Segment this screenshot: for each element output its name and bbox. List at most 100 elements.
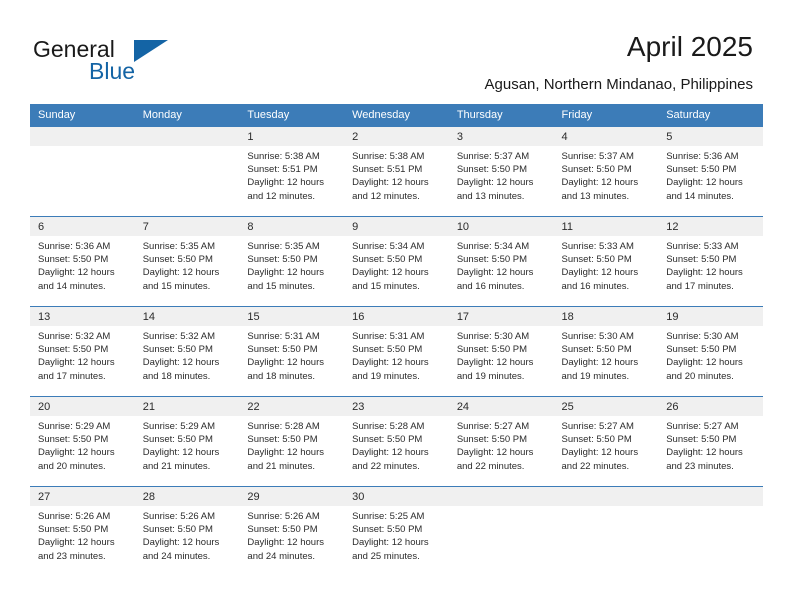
day-number: 3 — [448, 127, 554, 146]
calendar-day-cell[interactable]: 1 Sunrise: 5:38 AM Sunset: 5:51 PM Daylight… — [239, 126, 345, 217]
sunrise-time: Sunrise: 5:32 AM — [142, 331, 216, 342]
daylight-duration-line1: Daylight: 12 hours — [352, 357, 429, 369]
sunrise-time: Sunrise: 5:29 AM — [142, 421, 216, 432]
calendar-week-row: 20 Sunrise: 5:29 AM Sunset: 5:50 PM Dayligh… — [30, 396, 763, 487]
day-number: 1 — [239, 127, 345, 146]
calendar-day-cell[interactable]: 12 Sunrise: 5:33 AM Sunset: 5:50 PM Dayligh… — [658, 216, 763, 307]
sunrise-time: Sunrise: 5:28 AM — [352, 421, 425, 432]
daylight-duration-line2: and 18 minutes. — [142, 370, 211, 382]
calendar-body: 1 Sunrise: 5:38 AM Sunset: 5:51 PM Daylight… — [30, 126, 763, 576]
calendar-day-cell[interactable]: 2 Sunrise: 5:38 AM Sunset: 5:51 PM Daylight… — [344, 126, 449, 217]
sunrise-time: Sunrise: 5:34 AM — [456, 241, 530, 252]
sunset-time: Sunset: 5:50 PM — [352, 434, 423, 446]
day-number: 18 — [553, 307, 659, 326]
sunset-time: Sunset: 5:50 PM — [456, 434, 528, 446]
calendar-day-cell[interactable]: 25 Sunrise: 5:27 AM Sunset: 5:50 PM Dayligh… — [553, 396, 659, 487]
calendar-day-cell[interactable]: 27 Sunrise: 5:26 AM Sunset: 5:50 PM Dayligh… — [30, 486, 135, 576]
calendar-day-cell[interactable]: 22 Sunrise: 5:28 AM Sunset: 5:50 PM Dayligh… — [239, 396, 345, 487]
daylight-duration-line2: and 17 minutes. — [38, 370, 106, 382]
sunset-time: Sunset: 5:50 PM — [142, 524, 213, 536]
sunrise-time: Sunrise: 5:37 AM — [456, 151, 530, 162]
calendar-day-cell[interactable]: 28 Sunrise: 5:26 AM Sunset: 5:50 PM Dayligh… — [134, 486, 240, 576]
day-number: 14 — [134, 307, 240, 326]
calendar-day-cell[interactable]: 15 Sunrise: 5:31 AM Sunset: 5:50 PM Dayligh… — [239, 306, 345, 397]
weekday-header-friday: Friday — [553, 104, 659, 127]
sunrise-time: Sunrise: 5:30 AM — [456, 331, 530, 342]
calendar-week-row: 27 Sunrise: 5:26 AM Sunset: 5:50 PM Dayligh… — [30, 486, 763, 576]
sunset-time: Sunset: 5:50 PM — [352, 254, 423, 266]
calendar-day-cell[interactable]: 5 Sunrise: 5:36 AM Sunset: 5:50 PM Daylight… — [658, 126, 763, 217]
day-number: 17 — [448, 307, 554, 326]
weekday-header-thursday: Thursday — [448, 104, 554, 127]
sunrise-time: Sunrise: 5:35 AM — [142, 241, 216, 252]
calendar-day-cell[interactable]: 21 Sunrise: 5:29 AM Sunset: 5:50 PM Dayligh… — [134, 396, 240, 487]
weekday-header-monday: Monday — [134, 104, 240, 127]
calendar-day-cell[interactable]: 20 Sunrise: 5:29 AM Sunset: 5:50 PM Dayligh… — [30, 396, 135, 487]
calendar-day-cell[interactable]: 10 Sunrise: 5:34 AM Sunset: 5:50 PM Dayligh… — [448, 216, 554, 307]
day-sun-info: Sunrise: 5:33 AM Sunset: 5:50 PM Daylight:… — [554, 236, 659, 293]
calendar-day-cell[interactable]: 17 Sunrise: 5:30 AM Sunset: 5:50 PM Dayligh… — [448, 306, 554, 397]
daylight-duration-line2: and 24 minutes. — [247, 550, 316, 562]
day-number — [448, 487, 554, 506]
daylight-duration-line1: Daylight: 12 hours — [247, 267, 324, 279]
calendar-day-cell[interactable]: 19 Sunrise: 5:30 AM Sunset: 5:50 PM Dayligh… — [658, 306, 763, 397]
page-subtitle: Agusan, Northern Mindanao, Philippines — [484, 76, 754, 93]
daylight-duration-line2: and 18 minutes. — [247, 370, 316, 382]
calendar-grid: Sunday Monday Tuesday Wednesday Thursday… — [30, 104, 763, 576]
calendar-day-cell[interactable]: 23 Sunrise: 5:28 AM Sunset: 5:50 PM Dayligh… — [344, 396, 449, 487]
sunrise-time: Sunrise: 5:28 AM — [247, 421, 320, 432]
daylight-duration-line1: Daylight: 12 hours — [666, 177, 743, 189]
calendar-day-cell[interactable]: 29 Sunrise: 5:26 AM Sunset: 5:50 PM Dayligh… — [239, 486, 345, 576]
daylight-duration-line1: Daylight: 12 hours — [456, 267, 534, 279]
calendar-day-cell[interactable]: 16 Sunrise: 5:31 AM Sunset: 5:50 PM Dayligh… — [344, 306, 449, 397]
calendar-day-cell[interactable]: 30 Sunrise: 5:25 AM Sunset: 5:50 PM Dayligh… — [344, 486, 449, 576]
sunset-time: Sunset: 5:50 PM — [352, 344, 423, 356]
daylight-duration-line1: Daylight: 12 hours — [561, 267, 639, 279]
sunset-time: Sunset: 5:50 PM — [456, 254, 528, 266]
day-number — [553, 487, 659, 506]
daylight-duration-line2: and 21 minutes. — [142, 460, 211, 472]
day-number: 2 — [344, 127, 449, 146]
day-sun-info: Sunrise: 5:37 AM Sunset: 5:50 PM Daylight:… — [554, 146, 659, 203]
day-number — [30, 127, 135, 146]
calendar-day-cell[interactable]: 18 Sunrise: 5:30 AM Sunset: 5:50 PM Dayligh… — [553, 306, 659, 397]
day-sun-info: Sunrise: 5:38 AM Sunset: 5:51 PM Daylight:… — [344, 146, 449, 203]
daylight-duration-line2: and 12 minutes. — [247, 190, 316, 202]
calendar-day-cell[interactable]: 14 Sunrise: 5:32 AM Sunset: 5:50 PM Dayligh… — [134, 306, 240, 397]
daylight-duration-line1: Daylight: 12 hours — [142, 357, 220, 369]
day-sun-info: Sunrise: 5:32 AM Sunset: 5:50 PM Daylight:… — [135, 326, 240, 383]
page-title: April 2025 — [626, 31, 753, 62]
day-sun-info: Sunrise: 5:27 AM Sunset: 5:50 PM Daylight:… — [449, 416, 554, 473]
day-number: 21 — [134, 397, 240, 416]
calendar-cell-empty — [134, 126, 240, 217]
daylight-duration-line1: Daylight: 12 hours — [38, 447, 115, 459]
daylight-duration-line1: Daylight: 12 hours — [38, 267, 115, 279]
sunset-time: Sunset: 5:50 PM — [666, 164, 737, 176]
daylight-duration-line2: and 16 minutes. — [561, 280, 630, 292]
calendar-day-cell[interactable]: 3 Sunrise: 5:37 AM Sunset: 5:50 PM Daylight… — [448, 126, 554, 217]
daylight-duration-line1: Daylight: 12 hours — [142, 537, 220, 549]
daylight-duration-line1: Daylight: 12 hours — [247, 447, 324, 459]
calendar-cell-empty — [448, 486, 554, 576]
page-header: General Blue April 2025 Agusan, Northern… — [0, 0, 792, 100]
calendar-day-cell[interactable]: 7 Sunrise: 5:35 AM Sunset: 5:50 PM Daylight… — [134, 216, 240, 307]
sunrise-time: Sunrise: 5:30 AM — [561, 331, 634, 342]
day-sun-info: Sunrise: 5:28 AM Sunset: 5:50 PM Daylight:… — [239, 416, 344, 473]
calendar-day-cell[interactable]: 6 Sunrise: 5:36 AM Sunset: 5:50 PM Daylight… — [30, 216, 135, 307]
calendar-day-cell[interactable]: 13 Sunrise: 5:32 AM Sunset: 5:50 PM Dayligh… — [30, 306, 135, 397]
daylight-duration-line2: and 13 minutes. — [456, 190, 525, 202]
sunrise-time: Sunrise: 5:38 AM — [247, 151, 320, 162]
daylight-duration-line1: Daylight: 12 hours — [456, 447, 534, 459]
sunrise-time: Sunrise: 5:35 AM — [247, 241, 320, 252]
calendar-day-cell[interactable]: 9 Sunrise: 5:34 AM Sunset: 5:50 PM Daylight… — [344, 216, 449, 307]
sunset-time: Sunset: 5:50 PM — [38, 524, 109, 536]
calendar-day-cell[interactable]: 11 Sunrise: 5:33 AM Sunset: 5:50 PM Dayligh… — [553, 216, 659, 307]
calendar-day-cell[interactable]: 24 Sunrise: 5:27 AM Sunset: 5:50 PM Dayligh… — [448, 396, 554, 487]
calendar-week-row: 1 Sunrise: 5:38 AM Sunset: 5:51 PM Daylight… — [30, 126, 763, 217]
calendar-day-cell[interactable]: 26 Sunrise: 5:27 AM Sunset: 5:50 PM Dayligh… — [658, 396, 763, 487]
day-number: 12 — [658, 217, 763, 236]
sunset-time: Sunset: 5:50 PM — [561, 164, 632, 176]
calendar-day-cell[interactable]: 8 Sunrise: 5:35 AM Sunset: 5:50 PM Daylight… — [239, 216, 345, 307]
calendar-day-cell[interactable]: 4 Sunrise: 5:37 AM Sunset: 5:50 PM Daylight… — [553, 126, 659, 217]
day-number: 30 — [344, 487, 449, 506]
